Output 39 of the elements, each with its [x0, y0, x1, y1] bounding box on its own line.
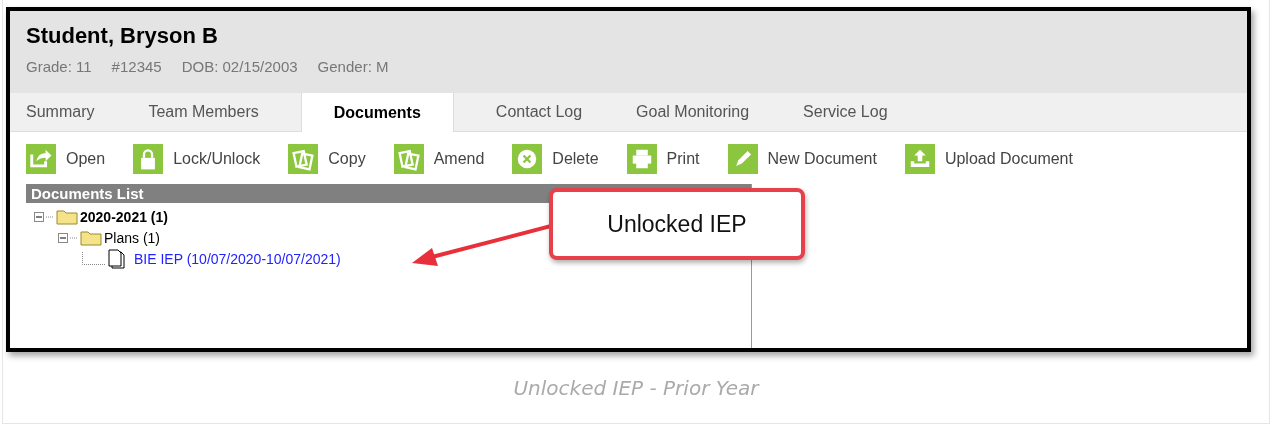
collapse-icon[interactable]	[58, 232, 68, 243]
folder-label[interactable]: 2020-2021 (1)	[80, 208, 168, 225]
dotted-connector	[46, 215, 54, 218]
toolbar-button[interactable]: Copy	[288, 144, 366, 174]
document-icon	[108, 248, 126, 269]
student-detail: Gender: M	[317, 58, 389, 75]
pages-icon	[393, 144, 424, 174]
padlock-icon	[133, 144, 164, 174]
tab[interactable]: Service Log	[791, 93, 900, 131]
caption: Unlocked IEP - Prior Year	[513, 375, 759, 400]
upload-icon	[904, 144, 935, 174]
toolbar-button[interactable]: Lock/Unlock	[133, 144, 261, 174]
toolbar-button[interactable]: Delete	[512, 144, 599, 174]
callout-text: Unlocked IEP	[607, 210, 747, 238]
student-detail: DOB: 02/15/2003	[181, 58, 298, 75]
toolbar-button[interactable]: Print	[626, 144, 700, 174]
toolbar-button[interactable]: Amend	[393, 144, 485, 174]
folder-icon	[80, 229, 102, 246]
toolbar-button[interactable]: New Document	[727, 144, 877, 174]
tab[interactable]: Documents	[300, 93, 454, 132]
pencil-icon	[727, 144, 758, 174]
student-detail: Grade: 11	[26, 58, 92, 75]
student-name: Student, Bryson B	[26, 23, 219, 49]
tab[interactable]: Summary	[14, 93, 107, 131]
toolbar-button[interactable]: Upload Document	[904, 144, 1073, 174]
tab[interactable]: Team Members	[136, 93, 271, 131]
collapse-icon[interactable]	[34, 211, 44, 222]
folder-label[interactable]: Plans (1)	[104, 229, 161, 246]
dotted-connector	[70, 236, 78, 239]
pages-icon	[288, 144, 319, 174]
dotted-connector	[82, 251, 106, 266]
tab[interactable]: Contact Log	[483, 93, 595, 131]
share-icon	[26, 144, 56, 174]
student-detail: #12345	[111, 58, 162, 75]
printer-icon	[626, 144, 657, 174]
tab[interactable]: Goal Monitoring	[624, 93, 762, 131]
folder-icon	[56, 208, 78, 225]
toolbar-button[interactable]: Open	[26, 144, 106, 174]
document-link[interactable]: BIE IEP (10/07/2020-10/07/2021)	[134, 250, 341, 267]
